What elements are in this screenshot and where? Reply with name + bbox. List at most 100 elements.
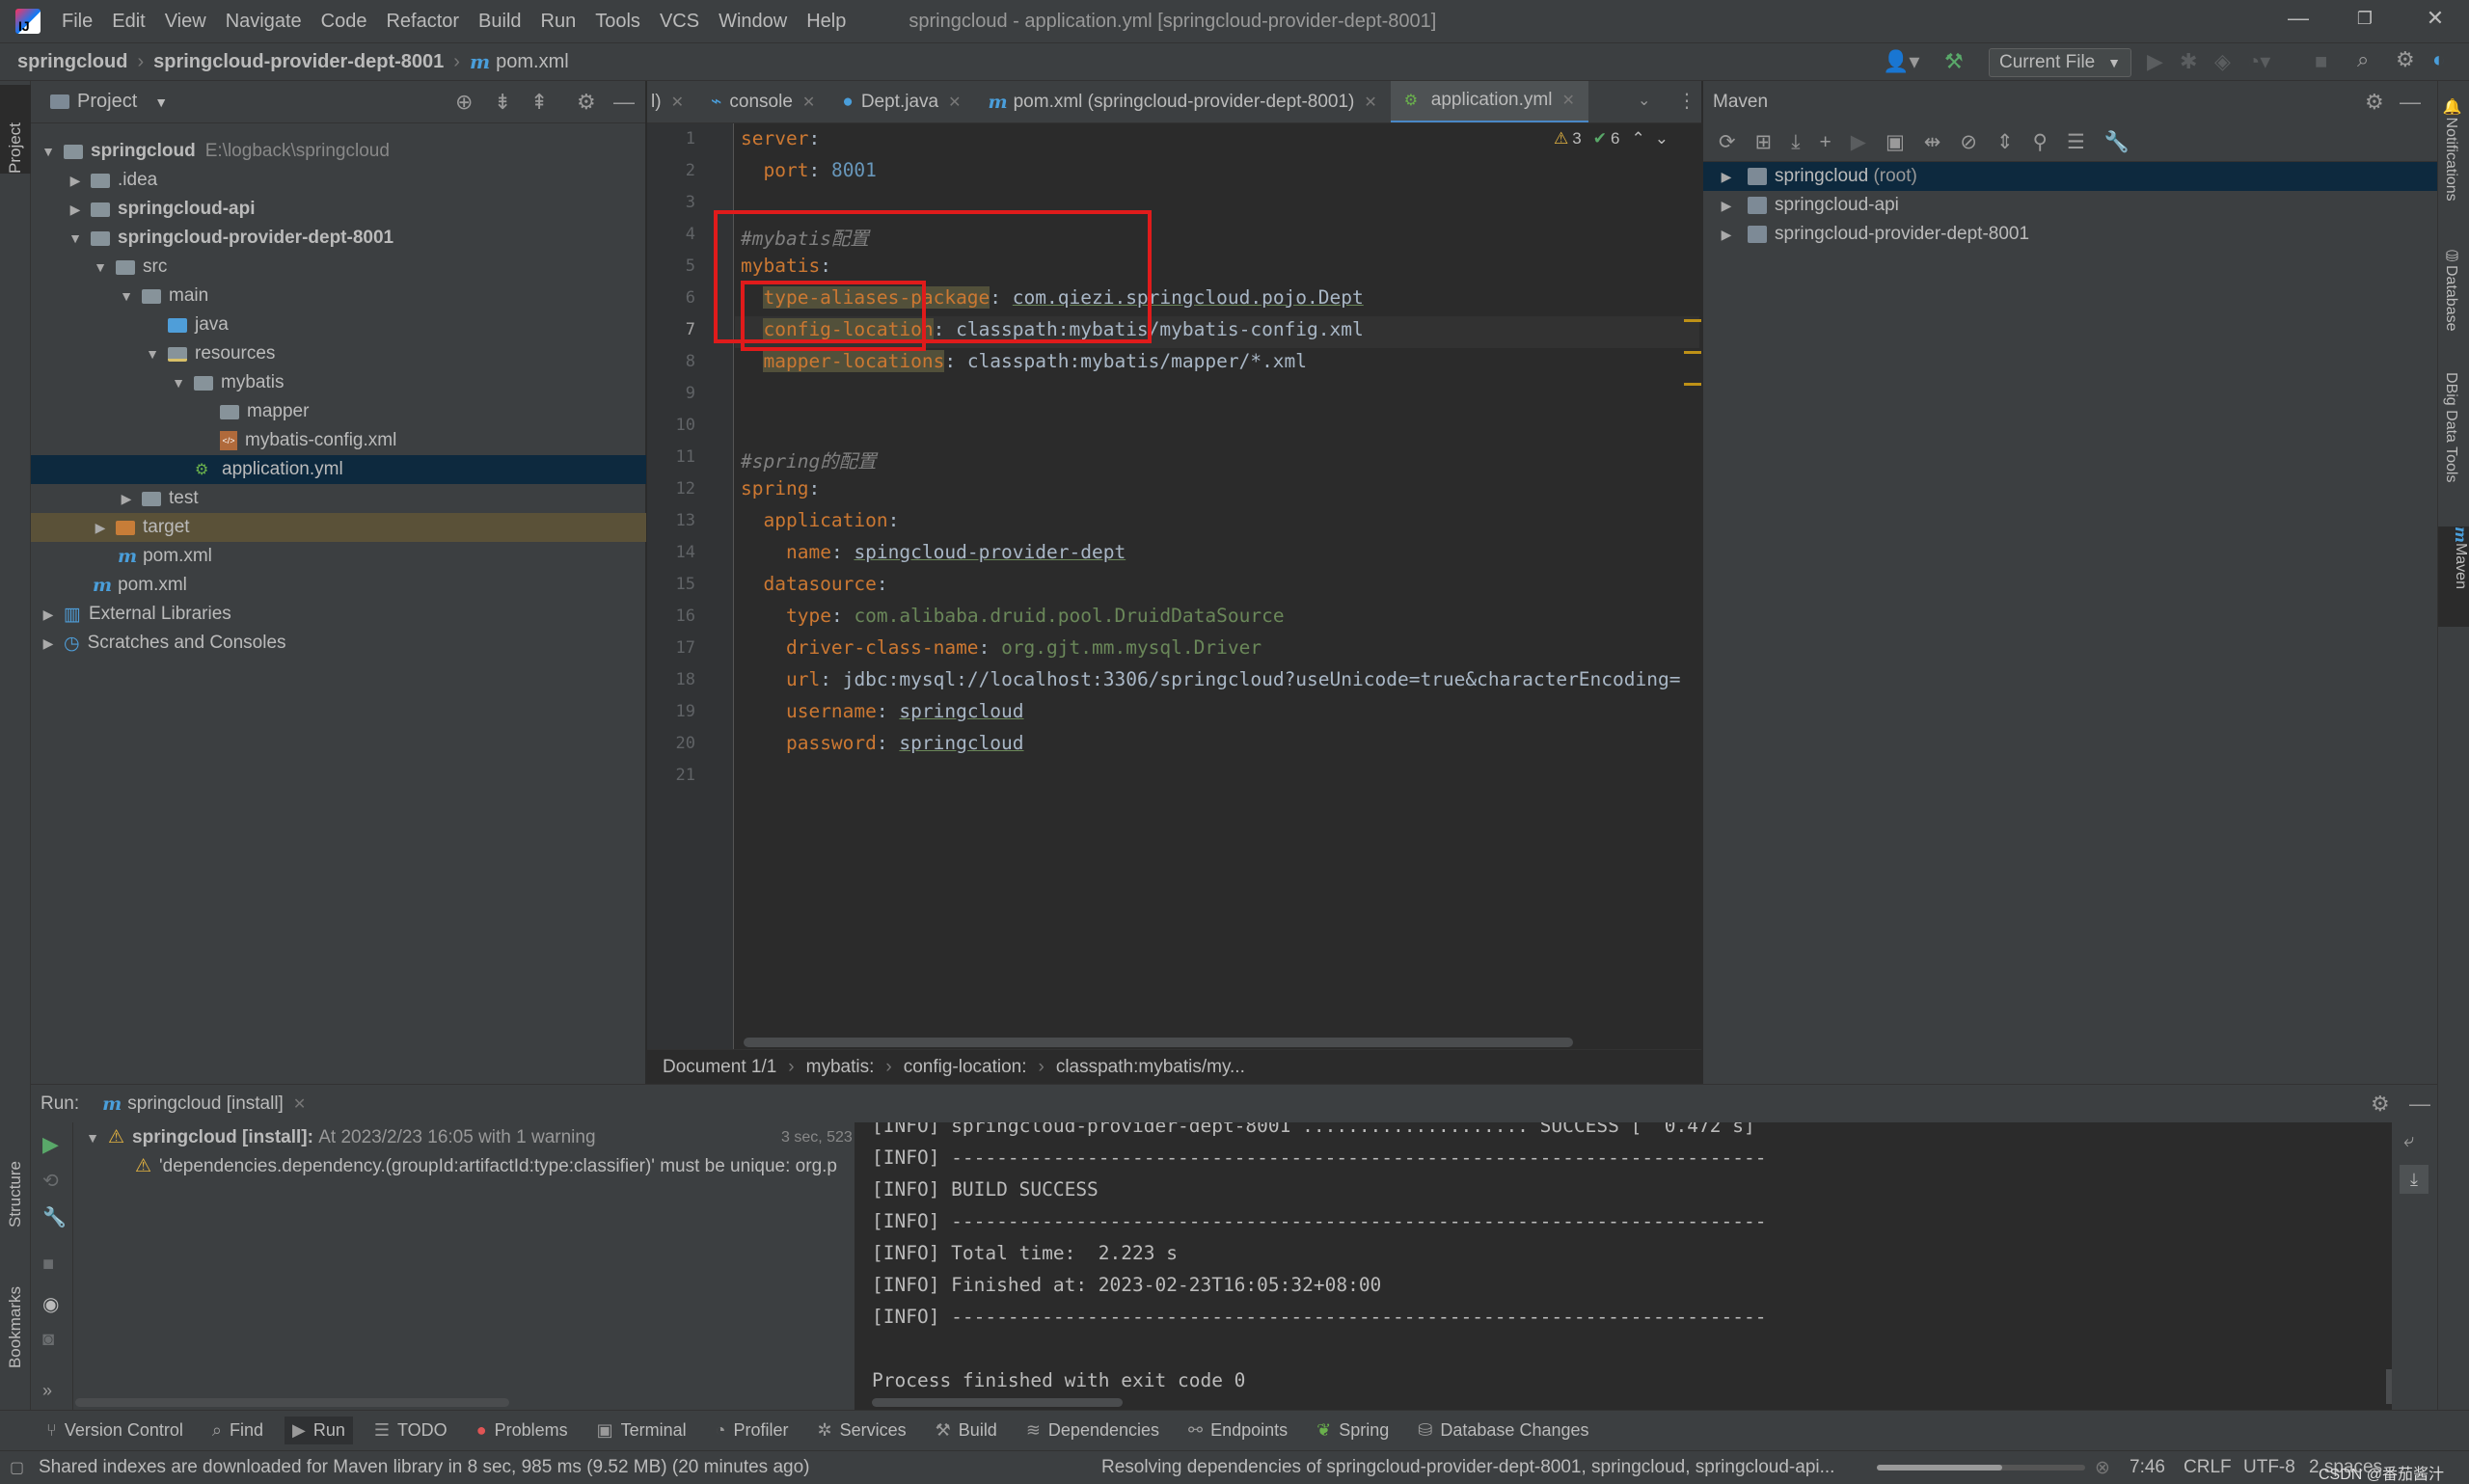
tab-application-yml[interactable]: ⚙ application.yml ✕ (1390, 81, 1588, 122)
toolwindow-profiler[interactable]: ◔ Profiler (716, 1420, 789, 1441)
menu-edit[interactable]: Edit (112, 11, 145, 33)
soft-wrap-icon[interactable]: ⤶ (2403, 1130, 2414, 1152)
chevron-down-icon[interactable]: ▼ (167, 375, 190, 391)
run-tree-warning[interactable]: ⚠ 'dependencies.dependency.(groupId:arti… (135, 1155, 849, 1177)
search-icon[interactable]: ⌕ (2357, 47, 2369, 72)
tree-node-provider-dept[interactable]: ▼ springcloud-provider-dept-8001 (31, 224, 646, 253)
tree-node-test[interactable]: ▶ test (31, 484, 646, 513)
coverage-icon[interactable]: ◈ (2214, 49, 2231, 74)
menu-run[interactable]: Run (541, 11, 577, 33)
code-editor[interactable]: 1 2 3 4 5 6 7 8 9 10 11 12 13 14 15 16 1… (647, 123, 1701, 1049)
plugin-logo-icon[interactable]: ◐ (2432, 47, 2445, 72)
chevron-right-icon[interactable]: ▶ (115, 491, 138, 507)
gear-icon[interactable]: ⚙ (2371, 1092, 2390, 1117)
debug-icon[interactable]: ✱ (2180, 49, 2197, 74)
chevron-right-icon[interactable]: ▶ (1715, 227, 1738, 243)
tree-node-application-yml[interactable]: ⚙ application.yml (31, 455, 646, 484)
toolwindow-terminal[interactable]: ▣ Terminal (597, 1420, 687, 1441)
tree-node-target[interactable]: ▶ target (31, 513, 646, 542)
breadcrumb-module[interactable]: springcloud-provider-dept-8001 (153, 51, 444, 73)
rerun-failed-icon[interactable]: ⟲ (42, 1169, 59, 1193)
tree-node-java[interactable]: java (31, 310, 646, 339)
download-icon[interactable]: ⤓ (1791, 131, 1800, 154)
restore-button[interactable]: ❐ (2346, 9, 2384, 29)
error-stripe-mark[interactable] (1684, 351, 1701, 354)
next-highlight-icon[interactable]: ⌄ (1655, 129, 1669, 148)
tab-console[interactable]: ⌁ console ✕ (697, 81, 828, 122)
scroll-to-end-icon[interactable]: ⤓ (2400, 1165, 2428, 1194)
toolwindow-todo[interactable]: ☰ TODO (374, 1420, 448, 1441)
collapse-icon[interactable]: ⇕ (1996, 130, 2014, 154)
toolwindow-run[interactable]: ▶ Run (285, 1417, 353, 1444)
run-configuration-select[interactable]: Current File ▼ (1989, 48, 2131, 77)
tree-node-mybatis[interactable]: ▼ mybatis (31, 368, 646, 397)
chevron-right-icon[interactable]: ▶ (89, 520, 112, 536)
close-icon[interactable]: ✕ (948, 93, 961, 112)
breadcrumb-value[interactable]: classpath:mybatis/my... (1056, 1057, 1245, 1078)
menu-build[interactable]: Build (478, 11, 521, 33)
toggle-offline-icon[interactable]: ⇹ (1924, 130, 1941, 154)
chevron-down-icon[interactable]: ▼ (37, 144, 60, 159)
hide-panel-icon[interactable]: — (613, 90, 635, 115)
menu-tools[interactable]: Tools (595, 11, 640, 33)
toolwindow-database-changes[interactable]: ⛁ Database Changes (1418, 1420, 1588, 1441)
toolwindow-problems[interactable]: ● Problems (476, 1420, 568, 1441)
error-stripe-mark[interactable] (1684, 319, 1701, 322)
close-icon[interactable]: ✕ (293, 1094, 306, 1114)
run-tree-root[interactable]: ▼ ⚠ springcloud [install]: At 2023/2/23 … (81, 1126, 878, 1148)
run-tab-label[interactable]: springcloud [install] (127, 1093, 284, 1115)
tree-node-mybatis-config[interactable]: </> mybatis-config.xml (31, 426, 646, 455)
horizontal-scrollbar[interactable] (744, 1038, 1573, 1047)
toolwindow-build[interactable]: ⚒ Build (936, 1420, 997, 1441)
breadcrumb-config-location[interactable]: config-location: (904, 1057, 1027, 1078)
stripe-big-data-tools[interactable]: DBig Data Tools (2442, 372, 2459, 482)
chevron-down-icon[interactable]: ▼ (115, 288, 138, 304)
tab-pom-xml[interactable]: m pom.xml (springcloud-provider-dept-800… (975, 81, 1391, 122)
more-icon[interactable]: ⋮ (1677, 89, 1696, 113)
chevron-down-icon[interactable]: ▼ (81, 1130, 104, 1146)
menu-window[interactable]: Window (719, 11, 787, 33)
menu-refactor[interactable]: Refactor (386, 11, 459, 33)
toolwindow-services[interactable]: ✲ Services (818, 1420, 907, 1441)
maven-project-springcloud-api[interactable]: ▶ springcloud-api (1703, 191, 2437, 220)
chevron-right-icon[interactable]: ▶ (1715, 198, 1738, 214)
toolwindow-dependencies[interactable]: ≋ Dependencies (1026, 1420, 1159, 1441)
close-icon[interactable]: ✕ (671, 93, 684, 112)
stripe-bookmarks[interactable]: Bookmarks (6, 1286, 25, 1368)
background-task-text[interactable]: Resolving dependencies of springcloud-pr… (1101, 1457, 1834, 1478)
stripe-maven[interactable]: mMaven (2438, 526, 2469, 627)
toolwindow-find[interactable]: ⌕ Find (212, 1420, 263, 1441)
profile-icon[interactable]: ◔▾ (2247, 49, 2270, 74)
tree-node-scratches[interactable]: ▶ ◷ Scratches and Consoles (31, 629, 646, 658)
show-dependencies-icon[interactable]: ⚲ (2033, 130, 2048, 154)
project-panel-title[interactable]: Project (77, 91, 137, 113)
hide-panel-icon[interactable]: — (2400, 90, 2421, 115)
more-icon[interactable]: » (42, 1381, 52, 1401)
chevron-right-icon[interactable]: ▶ (64, 202, 87, 218)
tree-node-external-libraries[interactable]: ▶ ▥ External Libraries (31, 600, 646, 629)
maven-project-provider-dept[interactable]: ▶ springcloud-provider-dept-8001 (1703, 220, 2437, 249)
gear-icon[interactable]: ⚙ (2365, 90, 2384, 115)
minimize-button[interactable]: — (2279, 6, 2318, 31)
expand-icon[interactable]: ☰ (2067, 130, 2085, 154)
breadcrumb-file[interactable]: pom.xml (496, 51, 569, 73)
chevron-down-icon[interactable]: ▼ (154, 94, 168, 110)
file-encoding[interactable]: UTF-8 (2243, 1457, 2295, 1478)
tree-node-springcloud-api[interactable]: ▶ springcloud-api (31, 195, 646, 224)
chevron-down-icon[interactable]: ⌄ (1638, 91, 1650, 110)
menu-help[interactable]: Help (806, 11, 846, 33)
user-icon[interactable]: 👤▾ (1883, 49, 1919, 74)
horizontal-scrollbar[interactable] (75, 1398, 509, 1407)
tree-node-resources[interactable]: ▼ resources (31, 339, 646, 368)
eye-icon[interactable]: ◉ (42, 1292, 59, 1316)
menu-code[interactable]: Code (321, 11, 367, 33)
close-icon[interactable]: ✕ (1561, 91, 1574, 110)
gear-icon[interactable]: ⚙ (577, 90, 596, 115)
breadcrumb-project[interactable]: springcloud (17, 51, 127, 73)
chevron-right-icon[interactable]: ▶ (64, 173, 87, 189)
caret-position[interactable]: 7:46 (2130, 1457, 2165, 1478)
tree-node-root-pom[interactable]: m pom.xml (31, 571, 646, 600)
run-console[interactable]: [INFO] springcloud-provider-dept-8001 ..… (855, 1122, 2392, 1410)
menu-view[interactable]: View (165, 11, 206, 33)
close-window-button[interactable]: ✕ (2416, 6, 2455, 31)
